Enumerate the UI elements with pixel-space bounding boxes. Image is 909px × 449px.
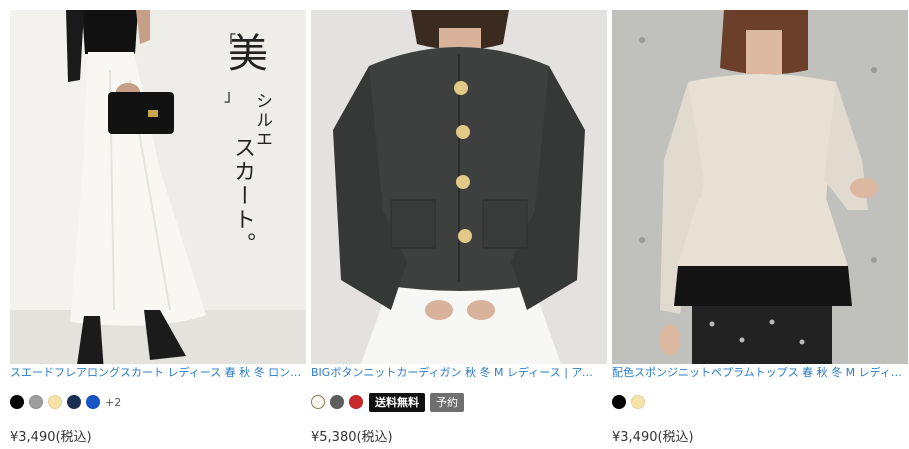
- product-price: ¥3,490(税込): [612, 430, 694, 445]
- bracket-close: 」: [224, 86, 241, 105]
- product-grid: 「 美 」 シルエ スカート。 スエードフレアロングスカート レディース 春 秋…: [0, 0, 909, 449]
- product-price: ¥3,490(税込): [10, 430, 92, 445]
- product-image[interactable]: [612, 10, 908, 364]
- product-card[interactable]: 「 美 」 シルエ スカート。 スエードフレアロングスカート レディース 春 秋…: [10, 0, 306, 449]
- product-card[interactable]: 配色スポンジニットペプラムトップス 春 秋 冬 M レディース |… ¥3,49…: [612, 0, 908, 449]
- color-swatch[interactable]: [612, 395, 626, 409]
- product-title-link[interactable]: スエードフレアロングスカート レディース 春 秋 冬 ロング丈 …: [10, 366, 302, 380]
- preorder-badge: 予約: [430, 392, 464, 412]
- color-swatch[interactable]: [29, 395, 43, 409]
- color-swatch[interactable]: [67, 395, 81, 409]
- product-image[interactable]: [311, 10, 607, 364]
- color-swatch[interactable]: [48, 395, 62, 409]
- product-title-link[interactable]: BIGボタンニットカーディガン 秋 冬 M レディース | アクアガ…: [311, 366, 603, 380]
- product-image[interactable]: 「 美 」 シルエ スカート。: [10, 10, 306, 364]
- color-swatches: +2: [10, 392, 121, 412]
- color-swatch[interactable]: [631, 395, 645, 409]
- color-swatch[interactable]: [311, 395, 325, 409]
- product-price: ¥5,380(税込): [311, 430, 393, 445]
- more-colors-count[interactable]: +2: [105, 396, 121, 409]
- product-photo-peplum-top: [612, 10, 908, 364]
- product-title-link[interactable]: 配色スポンジニットペプラムトップス 春 秋 冬 M レディース |…: [612, 366, 904, 380]
- product-card[interactable]: BIGボタンニットカーディガン 秋 冬 M レディース | アクアガ… 送料無料…: [311, 0, 607, 449]
- color-swatch[interactable]: [86, 395, 100, 409]
- color-swatch[interactable]: [349, 395, 363, 409]
- color-swatch[interactable]: [330, 395, 344, 409]
- color-swatches: 送料無料 予約: [311, 392, 468, 412]
- product-photo-cardigan: [311, 10, 607, 364]
- color-swatches: [612, 392, 650, 412]
- color-swatch[interactable]: [10, 395, 24, 409]
- overlay-line2: スカート。: [230, 136, 255, 256]
- overlay-big-char: 美: [228, 31, 268, 77]
- overlay-copy: 「 美 」 シルエ スカート。: [220, 28, 292, 268]
- free-shipping-badge: 送料無料: [369, 392, 425, 412]
